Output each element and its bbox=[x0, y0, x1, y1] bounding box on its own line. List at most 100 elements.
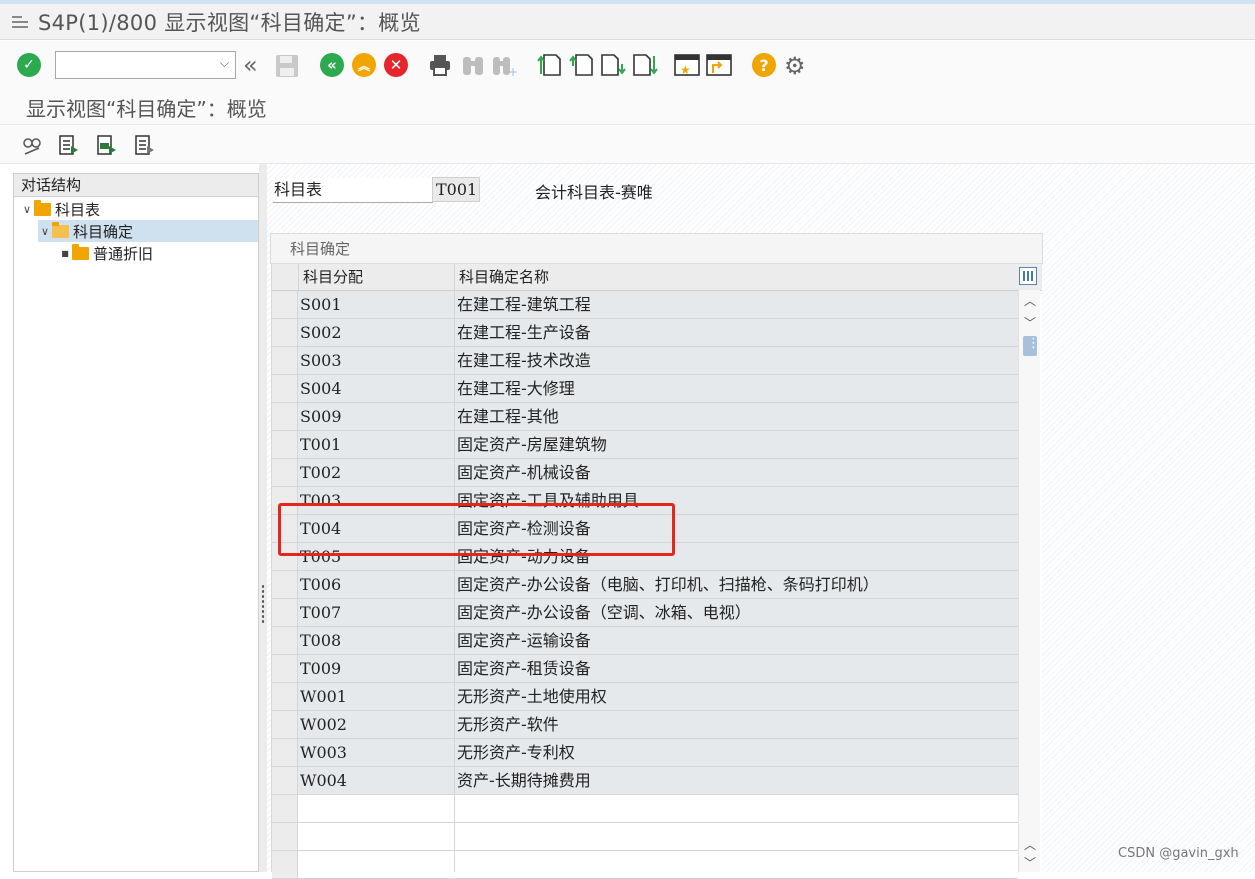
row-selector[interactable] bbox=[272, 571, 298, 599]
cell-account-assignment[interactable]: W004 bbox=[298, 767, 454, 795]
cell-account-assignment[interactable]: S003 bbox=[298, 347, 454, 375]
cell-determination-name[interactable]: 固定资产-租赁设备 bbox=[455, 655, 1018, 683]
row-selector[interactable] bbox=[272, 291, 298, 319]
page-header: 显示视图“科目确定”：概览 bbox=[0, 89, 1255, 125]
create-session-icon[interactable]: ★ bbox=[674, 53, 700, 77]
scroll-up-icon[interactable]: ︿ bbox=[1019, 292, 1041, 309]
collapse-left-icon[interactable]: « bbox=[243, 51, 258, 79]
column-header-account-assignment[interactable]: 科目分配 bbox=[298, 264, 454, 291]
help-icon[interactable]: ? bbox=[752, 53, 776, 77]
cell-account-assignment[interactable]: T007 bbox=[298, 599, 454, 627]
cell-account-assignment[interactable]: S001 bbox=[298, 291, 454, 319]
scroll-down-icon[interactable]: ﹀ bbox=[1019, 854, 1041, 871]
cell-account-assignment[interactable]: W002 bbox=[298, 711, 454, 739]
find-icon[interactable] bbox=[461, 53, 485, 77]
table-settings-icon[interactable] bbox=[1019, 267, 1037, 285]
row-selector[interactable] bbox=[272, 655, 298, 683]
scroll-up-icon[interactable]: ︿ bbox=[1019, 836, 1041, 853]
row-selector[interactable] bbox=[272, 431, 298, 459]
back-icon[interactable]: « bbox=[320, 53, 344, 77]
cell-determination-name[interactable] bbox=[455, 823, 1018, 851]
row-selector[interactable] bbox=[272, 459, 298, 487]
cell-determination-name[interactable]: 在建工程-生产设备 bbox=[455, 319, 1018, 347]
row-selector[interactable] bbox=[272, 767, 298, 795]
first-page-icon[interactable] bbox=[536, 52, 562, 78]
cell-account-assignment[interactable]: T008 bbox=[298, 627, 454, 655]
row-selector[interactable] bbox=[272, 375, 298, 403]
tree-node-account-determination[interactable]: ∨ 科目确定 bbox=[38, 220, 258, 242]
cell-determination-name[interactable]: 固定资产-房屋建筑物 bbox=[455, 431, 1018, 459]
display-change-icon[interactable] bbox=[21, 134, 43, 156]
cell-account-assignment[interactable]: T009 bbox=[298, 655, 454, 683]
deselect-all-icon[interactable] bbox=[134, 134, 156, 156]
settings-icon[interactable]: ⚙ bbox=[784, 52, 806, 80]
cell-account-assignment[interactable]: S009 bbox=[298, 403, 454, 431]
cell-determination-name[interactable]: 在建工程-大修理 bbox=[455, 375, 1018, 403]
cell-determination-name[interactable]: 在建工程-其他 bbox=[455, 403, 1018, 431]
vertical-scrollbar[interactable]: ︿ ﹀ ︿ ﹀ bbox=[1018, 290, 1040, 872]
row-selector[interactable] bbox=[272, 823, 298, 851]
select-block-icon[interactable] bbox=[96, 134, 118, 156]
command-field[interactable]: ⌵ bbox=[55, 51, 236, 79]
command-input[interactable] bbox=[56, 52, 206, 78]
chevron-down-icon[interactable]: ∨ bbox=[38, 225, 52, 238]
cell-determination-name[interactable]: 固定资产-办公设备（空调、冰箱、电视） bbox=[455, 599, 1018, 627]
cell-account-assignment[interactable] bbox=[298, 823, 454, 851]
cell-account-assignment[interactable]: T001 bbox=[298, 431, 454, 459]
chevron-down-icon[interactable]: ∨ bbox=[20, 203, 34, 216]
last-page-icon[interactable] bbox=[632, 52, 658, 78]
cell-determination-name[interactable]: 在建工程-技术改造 bbox=[455, 347, 1018, 375]
cell-account-assignment[interactable]: W003 bbox=[298, 739, 454, 767]
cell-determination-name[interactable] bbox=[455, 795, 1018, 823]
cell-determination-name[interactable]: 在建工程-建筑工程 bbox=[455, 291, 1018, 319]
cell-determination-name[interactable]: 固定资产-办公设备（电脑、打印机、扫描枪、条码打印机） bbox=[455, 571, 1018, 599]
row-selector[interactable] bbox=[272, 347, 298, 375]
highlight-annotation-box bbox=[278, 503, 675, 556]
save-icon[interactable] bbox=[275, 54, 299, 78]
table-group-title: 科目确定 bbox=[290, 240, 351, 258]
cell-determination-name[interactable]: 无形资产-软件 bbox=[455, 711, 1018, 739]
row-selector[interactable] bbox=[272, 795, 298, 823]
shortcut-icon[interactable] bbox=[706, 53, 732, 77]
row-selector[interactable] bbox=[272, 739, 298, 767]
cell-account-assignment[interactable]: S004 bbox=[298, 375, 454, 403]
exit-icon[interactable]: ︽ bbox=[352, 53, 376, 77]
cell-determination-name[interactable] bbox=[455, 851, 1018, 879]
enter-icon[interactable]: ✓ bbox=[17, 53, 41, 77]
scroll-down-icon[interactable]: ﹀ bbox=[1019, 314, 1041, 331]
cell-account-assignment[interactable]: T002 bbox=[298, 459, 454, 487]
cell-determination-name[interactable]: 无形资产-土地使用权 bbox=[455, 683, 1018, 711]
cell-account-assignment[interactable] bbox=[298, 851, 454, 879]
row-selector[interactable] bbox=[272, 599, 298, 627]
chart-of-accounts-label: 科目表 bbox=[273, 178, 433, 203]
cell-account-assignment[interactable]: W001 bbox=[298, 683, 454, 711]
column-header-determination-name[interactable]: 科目确定名称 bbox=[454, 264, 1014, 291]
scroll-thumb[interactable] bbox=[1023, 336, 1040, 356]
cell-determination-name[interactable]: 固定资产-机械设备 bbox=[455, 459, 1018, 487]
cancel-icon[interactable]: ✕ bbox=[384, 53, 408, 77]
cell-determination-name[interactable]: 资产-长期待摊费用 bbox=[455, 767, 1018, 795]
chart-of-accounts-field[interactable]: T001 bbox=[432, 177, 480, 202]
row-selector[interactable] bbox=[272, 683, 298, 711]
find-next-icon[interactable]: + bbox=[491, 53, 517, 77]
splitter-grip-icon[interactable] bbox=[261, 584, 265, 624]
cell-account-assignment[interactable]: T006 bbox=[298, 571, 454, 599]
row-selector[interactable] bbox=[272, 403, 298, 431]
row-selector[interactable] bbox=[272, 627, 298, 655]
dropdown-icon[interactable]: ⌵ bbox=[220, 56, 229, 71]
cell-determination-name[interactable]: 固定资产-运输设备 bbox=[455, 627, 1018, 655]
tree-node-ordinary-depreciation[interactable]: ■ 普通折旧 bbox=[58, 242, 258, 264]
cell-determination-name[interactable]: 无形资产-专利权 bbox=[455, 739, 1018, 767]
print-icon[interactable] bbox=[428, 53, 452, 77]
menu-icon[interactable] bbox=[12, 15, 28, 28]
tree-node-chart-of-accounts[interactable]: ∨ 科目表 bbox=[20, 198, 258, 220]
previous-page-icon[interactable] bbox=[568, 52, 594, 78]
next-page-icon[interactable] bbox=[600, 52, 626, 78]
select-all-icon[interactable] bbox=[58, 134, 80, 156]
cell-account-assignment[interactable] bbox=[298, 795, 454, 823]
row-selector[interactable] bbox=[272, 711, 298, 739]
row-selector[interactable] bbox=[272, 851, 298, 879]
cell-account-assignment[interactable]: S002 bbox=[298, 319, 454, 347]
panel-splitter[interactable] bbox=[259, 164, 267, 872]
row-selector[interactable] bbox=[272, 319, 298, 347]
